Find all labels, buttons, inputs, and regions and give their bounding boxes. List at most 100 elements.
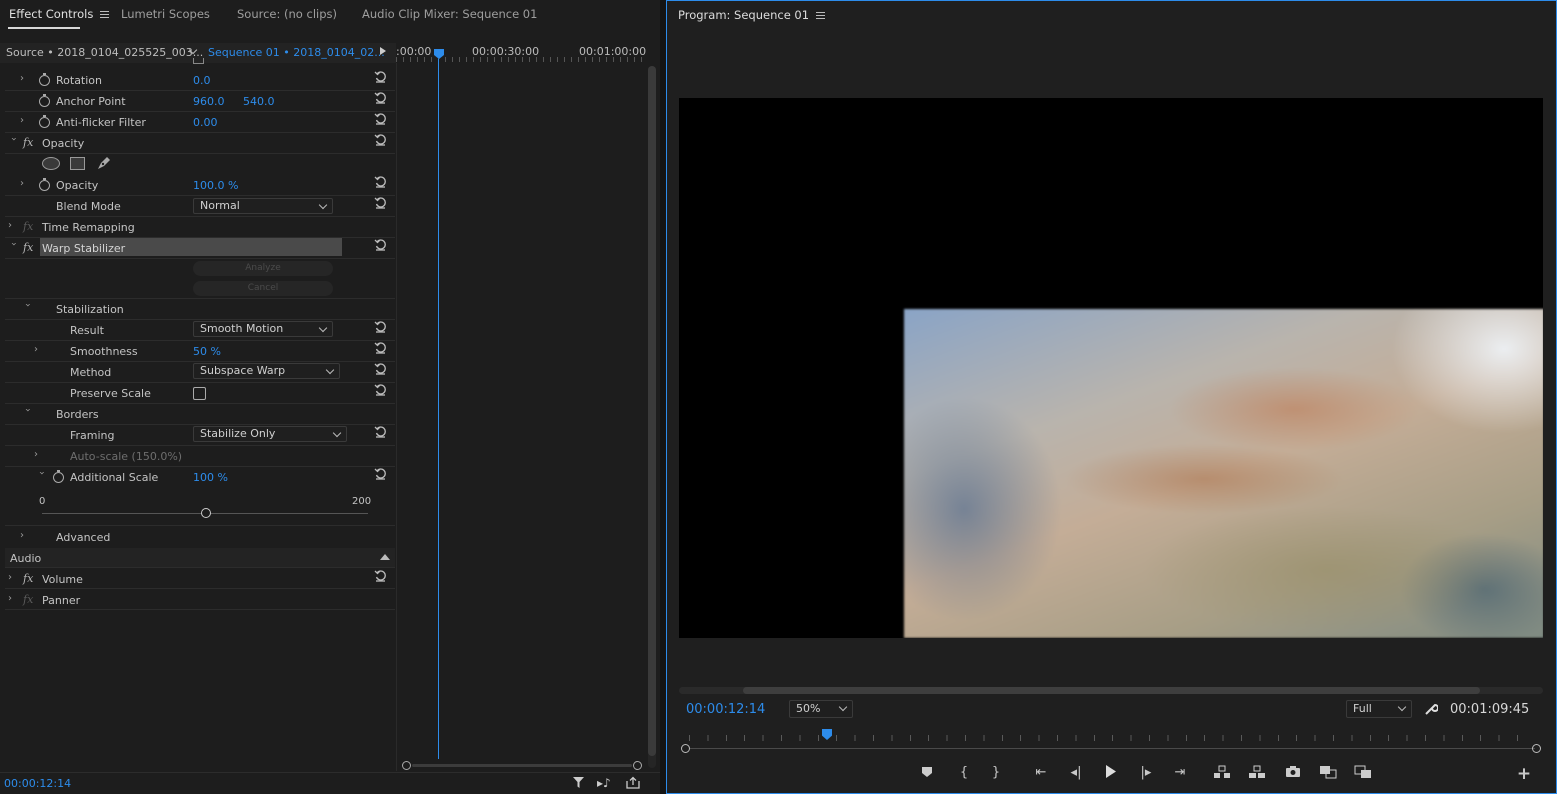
result-dropdown[interactable]: Smooth Motion: [193, 321, 333, 337]
program-title[interactable]: Program: Sequence 01: [678, 8, 826, 22]
reset-icon[interactable]: [374, 175, 387, 188]
reset-icon[interactable]: [374, 238, 387, 251]
reset-icon[interactable]: [374, 196, 387, 209]
zoom-handle-left[interactable]: [402, 761, 411, 770]
video-horizontal-scrollbar[interactable]: [679, 687, 1543, 694]
mini-start-handle[interactable]: [681, 744, 690, 753]
collapse-arrow-icon[interactable]: ›: [8, 137, 19, 147]
reset-icon[interactable]: [374, 70, 387, 83]
expand-arrow-icon[interactable]: ›: [20, 74, 30, 84]
opacity-value[interactable]: 100.0 %: [193, 179, 238, 192]
analyze-button[interactable]: Analyze: [193, 261, 333, 276]
reset-icon[interactable]: [374, 320, 387, 333]
blend-mode-dropdown[interactable]: Normal: [193, 198, 333, 214]
panel-menu-icon[interactable]: [100, 11, 110, 18]
collapse-arrow-icon[interactable]: ›: [8, 242, 19, 252]
fx-icon[interactable]: fx: [23, 572, 33, 585]
vertical-scrollbar[interactable]: [648, 66, 656, 768]
ellipse-mask-icon[interactable]: [42, 157, 60, 170]
sequence-clip-label[interactable]: Sequence 01 • 2018_0104_02...: [208, 46, 385, 59]
go-to-in-icon[interactable]: ⇤: [1032, 765, 1050, 781]
video-scrollbar-thumb[interactable]: [743, 687, 1480, 694]
tab-effect-controls[interactable]: Effect Controls: [9, 7, 110, 21]
reset-icon[interactable]: [374, 467, 387, 480]
expand-arrow-icon[interactable]: ›: [8, 573, 18, 583]
expand-arrow-icon[interactable]: ›: [8, 221, 18, 231]
tab-source[interactable]: Source: (no clips): [237, 7, 337, 21]
play-triangle-icon[interactable]: [380, 47, 386, 55]
play-audio-icon[interactable]: ▸♪: [597, 776, 611, 790]
current-timecode[interactable]: 00:00:12:14: [4, 777, 71, 790]
zoom-bar-track[interactable]: [412, 764, 632, 767]
smoothness-value[interactable]: 50 %: [193, 345, 221, 358]
filter-icon[interactable]: [572, 776, 585, 789]
rectangle-mask-icon[interactable]: [70, 157, 85, 170]
extract-icon[interactable]: [1248, 765, 1266, 781]
reset-icon[interactable]: [374, 425, 387, 438]
expand-arrow-icon[interactable]: ›: [34, 345, 44, 355]
mark-in-icon[interactable]: {: [955, 765, 973, 781]
mini-end-handle[interactable]: [1532, 744, 1541, 753]
step-forward-icon[interactable]: |▸: [1137, 765, 1155, 781]
panel-menu-icon[interactable]: [816, 12, 826, 19]
preserve-scale-checkbox[interactable]: [193, 387, 206, 400]
fx-icon[interactable]: fx: [23, 593, 33, 606]
collapse-arrow-icon[interactable]: ›: [36, 471, 47, 481]
mark-out-icon[interactable]: }: [987, 765, 1005, 781]
go-to-out-icon[interactable]: ⇥: [1171, 765, 1189, 781]
video-canvas[interactable]: [679, 98, 1543, 638]
anchor-y-value[interactable]: 540.0: [243, 95, 275, 108]
collapse-arrow-icon[interactable]: ›: [22, 303, 33, 313]
button-editor-icon-b[interactable]: [1354, 765, 1372, 781]
play-icon[interactable]: [1102, 765, 1120, 781]
step-back-icon[interactable]: ◂|: [1067, 765, 1085, 781]
tab-lumetri-scopes[interactable]: Lumetri Scopes: [121, 7, 210, 21]
antiflicker-value[interactable]: 0.00: [193, 116, 218, 129]
stopwatch-icon[interactable]: [53, 470, 64, 483]
stopwatch-icon[interactable]: [39, 115, 50, 128]
cancel-button[interactable]: Cancel: [193, 281, 333, 296]
additional-scale-value[interactable]: 100 %: [193, 471, 228, 484]
fx-icon[interactable]: fx: [23, 136, 33, 149]
method-dropdown[interactable]: Subspace Warp: [193, 363, 340, 379]
stopwatch-icon[interactable]: [39, 178, 50, 191]
collapse-arrow-icon[interactable]: ›: [22, 408, 33, 418]
zoom-dropdown[interactable]: 50%: [789, 700, 853, 718]
expand-arrow-icon[interactable]: ›: [20, 531, 30, 541]
export-icon[interactable]: [626, 776, 640, 789]
reset-icon[interactable]: [374, 112, 387, 125]
reset-icon[interactable]: [374, 383, 387, 396]
button-editor-icon-a[interactable]: [1319, 765, 1337, 781]
camera-icon[interactable]: [1284, 765, 1302, 781]
mini-timeline[interactable]: [681, 729, 1541, 755]
reset-icon[interactable]: [374, 133, 387, 146]
stopwatch-icon[interactable]: [39, 94, 50, 107]
tab-audio-clip-mixer[interactable]: Audio Clip Mixer: Sequence 01: [362, 7, 537, 21]
scale-slider-thumb[interactable]: [201, 508, 211, 518]
add-marker-icon[interactable]: [918, 766, 936, 782]
expand-arrow-icon[interactable]: ›: [20, 179, 30, 189]
fx-icon[interactable]: fx: [23, 220, 33, 233]
lift-icon[interactable]: [1213, 765, 1231, 781]
zoom-scrollbar[interactable]: [402, 761, 642, 771]
zoom-handle-right[interactable]: [633, 761, 642, 770]
wrench-icon[interactable]: [1424, 702, 1439, 716]
reset-icon[interactable]: [374, 362, 387, 375]
reset-icon[interactable]: [374, 341, 387, 354]
anchor-x-value[interactable]: 960.0: [193, 95, 225, 108]
quality-dropdown[interactable]: Full: [1346, 700, 1412, 718]
reset-icon[interactable]: [374, 91, 387, 104]
stopwatch-icon[interactable]: [39, 73, 50, 86]
framing-dropdown[interactable]: Stabilize Only: [193, 426, 347, 442]
expand-arrow-icon[interactable]: ›: [8, 594, 18, 604]
add-button-icon[interactable]: +: [1515, 766, 1533, 783]
rotation-value[interactable]: 0.0: [193, 74, 211, 87]
fx-icon[interactable]: fx: [23, 241, 33, 254]
reset-icon[interactable]: [374, 569, 387, 582]
expand-arrow-icon[interactable]: ›: [34, 450, 44, 460]
scrollbar-thumb[interactable]: [648, 66, 656, 756]
expand-arrow-icon[interactable]: ›: [20, 116, 30, 126]
pen-mask-icon[interactable]: [96, 155, 112, 171]
collapse-up-icon[interactable]: [380, 554, 390, 560]
program-timecode[interactable]: 00:00:12:14: [686, 702, 765, 717]
